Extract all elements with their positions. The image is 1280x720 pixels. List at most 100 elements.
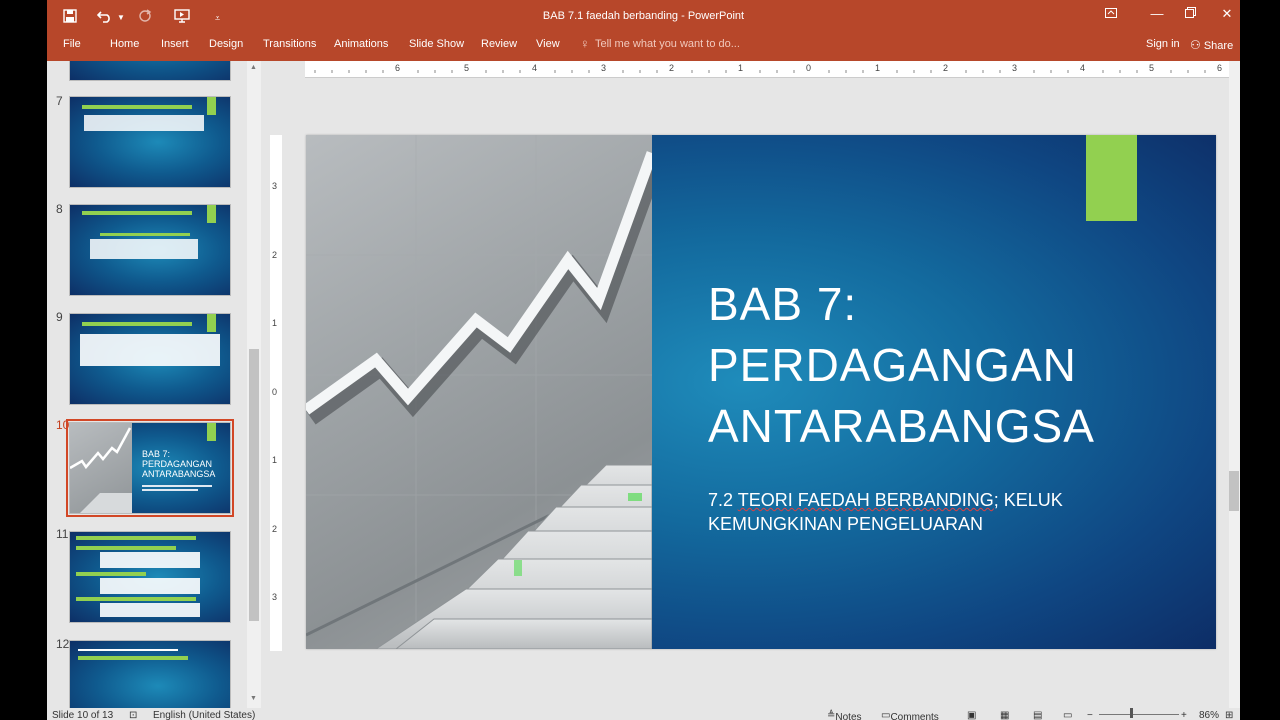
tab-transitions[interactable]: Transitions: [263, 38, 316, 50]
ruler-label: 2: [943, 63, 949, 73]
thumb-heading-bar: [76, 536, 196, 540]
zoom-out-icon[interactable]: −: [1087, 710, 1093, 720]
thumb-accent-bar: [207, 314, 216, 332]
scroll-up-icon[interactable]: ▲: [250, 64, 257, 71]
scroll-down-icon[interactable]: ▼: [250, 695, 257, 702]
notes-label: Notes: [835, 712, 862, 720]
comments-button[interactable]: ▭ Comments: [881, 710, 939, 720]
thumb-table: [80, 334, 220, 366]
slide-show-icon[interactable]: ▭: [1063, 710, 1072, 720]
thumb-subheading-bar: [100, 233, 190, 236]
slide-number-7: 7: [56, 94, 63, 108]
thumb-table: [100, 552, 200, 568]
thumb-heading-bar: [76, 572, 146, 576]
staircase-growth-photo[interactable]: [306, 135, 652, 649]
slide-number-9: 9: [56, 310, 63, 324]
tab-view[interactable]: View: [536, 38, 560, 50]
ruler-label: 6: [395, 63, 401, 73]
slide-thumbnail-9[interactable]: [69, 313, 231, 405]
thumb-table: [84, 115, 204, 131]
ruler-label: 5: [464, 63, 470, 73]
sign-in-link[interactable]: Sign in: [1146, 38, 1180, 50]
share-button[interactable]: ⚇ Share: [1190, 38, 1233, 52]
thumbnails-scrollbar[interactable]: ▲ ▼: [247, 61, 261, 708]
slide-title[interactable]: BAB 7: PERDAGANGAN ANTARABANGSA: [708, 274, 1188, 457]
title-bar: ▼ ⩡ BAB 7.1 faedah berbanding - PowerPoi…: [47, 0, 1240, 34]
thumb-title: BAB 7: PERDAGANGAN ANTARABANGSA: [142, 449, 216, 479]
ruler-label: 0: [272, 387, 278, 397]
ruler-label: 1: [875, 63, 881, 73]
thumb-heading-bar: [76, 546, 176, 550]
scroll-thumb[interactable]: [1229, 471, 1239, 511]
slide-canvas[interactable]: BAB 7: PERDAGANGAN ANTARABANGSA 7.2 TEOR…: [306, 135, 1216, 649]
ruler-label: 4: [532, 63, 538, 73]
slide-thumbnail-6[interactable]: [69, 61, 231, 81]
editor-scrollbar[interactable]: [1229, 61, 1240, 708]
ruler-label: 2: [272, 524, 278, 534]
slide-thumbnail-11[interactable]: [69, 531, 231, 623]
tab-slide-show[interactable]: Slide Show: [409, 38, 464, 50]
thumb-heading-bar: [82, 322, 192, 326]
tab-insert[interactable]: Insert: [161, 38, 189, 50]
spellcheck-underlined-text: TEORI FAEDAH BERBANDING: [737, 490, 994, 510]
normal-view-icon[interactable]: ▣: [967, 710, 976, 720]
ruler-label: 3: [272, 592, 278, 602]
ruler-label: 6: [1217, 63, 1223, 73]
thumb-table: [100, 603, 200, 617]
ribbon-tabs: File Home Insert Design Transitions Anim…: [47, 34, 1240, 61]
tab-design[interactable]: Design: [209, 38, 243, 50]
tab-review[interactable]: Review: [481, 38, 517, 50]
thumb-heading-bar: [82, 211, 192, 215]
notes-button[interactable]: ≜ Notes: [827, 710, 862, 720]
ruler-label: 4: [1080, 63, 1086, 73]
slide-thumbnail-10[interactable]: BAB 7: PERDAGANGAN ANTARABANGSA: [66, 419, 234, 517]
zoom-slider[interactable]: [1099, 714, 1179, 715]
restore-icon[interactable]: [1175, 6, 1205, 21]
spelling-check-icon[interactable]: ⊡: [129, 710, 137, 720]
accent-bar: [1086, 135, 1137, 221]
zoom-slider-thumb[interactable]: [1130, 708, 1133, 718]
share-person-icon: ⚇: [1190, 38, 1201, 52]
slide-number-8: 8: [56, 202, 63, 216]
thumb-photo: [70, 423, 132, 513]
tab-home[interactable]: Home: [110, 38, 139, 50]
tab-animations[interactable]: Animations: [334, 38, 388, 50]
slide-count: Slide 10 of 13: [52, 710, 114, 720]
powerpoint-window: ▼ ⩡ BAB 7.1 faedah berbanding - PowerPoi…: [47, 0, 1240, 720]
minimize-icon[interactable]: —: [1142, 6, 1172, 21]
ruler-label: 0: [806, 63, 812, 73]
ruler-label: 2: [669, 63, 675, 73]
scroll-thumb[interactable]: [249, 349, 259, 621]
tab-file[interactable]: File: [63, 38, 81, 50]
zoom-in-icon[interactable]: +: [1181, 710, 1187, 720]
thumb-table: [90, 239, 198, 259]
ruler-label: 1: [738, 63, 744, 73]
reading-view-icon[interactable]: ▤: [1033, 710, 1042, 720]
slide-sorter-icon[interactable]: ▦: [1000, 710, 1009, 720]
window-title: BAB 7.1 faedah berbanding - PowerPoint: [542, 10, 745, 22]
language-indicator[interactable]: English (United States): [153, 710, 255, 720]
thumb-table: [100, 578, 200, 594]
vertical-ruler: 3 2 1 0 1 2 3: [270, 135, 282, 651]
slide-thumbnail-8[interactable]: [69, 204, 231, 296]
zoom-level[interactable]: 86%: [1199, 710, 1219, 720]
status-bar: Slide 10 of 13 ⊡ English (United States)…: [47, 708, 1240, 720]
tell-me-box[interactable]: Tell me what you want to do...: [595, 38, 740, 50]
ribbon-display-options-icon[interactable]: [1096, 6, 1126, 21]
ruler-label: 3: [601, 63, 607, 73]
ruler-label: 2: [272, 250, 278, 260]
slide-subtitle[interactable]: 7.2 TEORI FAEDAH BERBANDING; KELUK KEMUN…: [708, 488, 1188, 536]
close-icon[interactable]: ✕: [1212, 6, 1240, 22]
share-label: Share: [1203, 40, 1234, 52]
thumb-accent-bar: [207, 205, 216, 223]
slide-number-10: 10: [56, 418, 70, 432]
comments-label: Comments: [890, 712, 939, 720]
slide-thumbnail-12[interactable]: [69, 640, 231, 708]
thumb-subtitle-line: [142, 485, 212, 487]
slide-thumbnail-7[interactable]: [69, 96, 231, 188]
thumb-subtitle-line: [142, 489, 198, 491]
thumb-accent-bar: [207, 423, 216, 441]
ruler-label: 3: [272, 181, 278, 191]
slide-number-11: 11: [56, 527, 69, 541]
fit-slide-icon[interactable]: ⊞: [1225, 710, 1233, 720]
